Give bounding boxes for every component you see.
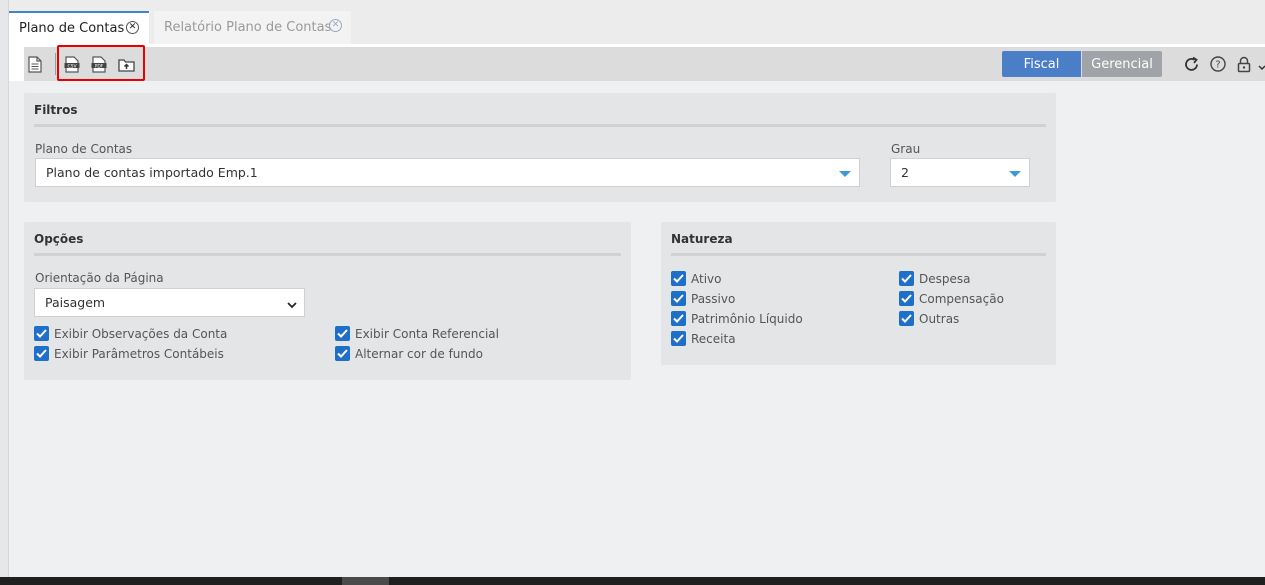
checkbox-label: Patrimônio Líquido (691, 311, 803, 326)
chevron-down-icon (1009, 171, 1021, 177)
checkmark-icon[interactable] (899, 271, 914, 286)
svg-text:?: ? (1215, 60, 1220, 71)
checkbox-label: Ativo (691, 271, 722, 286)
horizontal-scrollbar[interactable] (0, 577, 1265, 585)
orientacao-value: Paisagem (45, 295, 106, 310)
natureza-panel: Natureza Ativo Despesa Passivo Compensaç… (661, 222, 1056, 365)
natureza-receita-checkbox[interactable]: Receita (671, 331, 736, 346)
grau-label: Grau (891, 142, 921, 156)
filtros-panel: Filtros Plano de Contas Plano de contas … (24, 93, 1056, 202)
checkmark-icon[interactable] (335, 326, 350, 341)
natureza-patrimonio-checkbox[interactable]: Patrimônio Líquido (671, 311, 803, 326)
export-icons-highlight (57, 45, 145, 81)
natureza-ativo-checkbox[interactable]: Ativo (671, 271, 721, 286)
gerencial-button[interactable]: Gerencial (1082, 51, 1162, 77)
natureza-compensacao-checkbox[interactable]: Compensação (899, 291, 1004, 306)
tab-plano-de-contas[interactable]: Plano de Contas ✕ (9, 11, 149, 44)
natureza-outras-checkbox[interactable]: Outras (899, 311, 959, 326)
checkmark-icon[interactable] (34, 326, 49, 341)
scrollbar-thumb[interactable] (342, 577, 389, 585)
divider (34, 253, 621, 256)
close-icon[interactable]: ✕ (329, 19, 342, 32)
alternar-cor-checkbox[interactable]: Alternar cor de fundo (335, 346, 483, 361)
checkbox-label: Receita (691, 331, 736, 346)
filtros-title: Filtros (34, 103, 78, 117)
tab-label: Plano de Contas (19, 21, 125, 36)
checkbox-label: Passivo (691, 291, 736, 306)
refresh-icon[interactable] (1183, 56, 1200, 76)
opcoes-panel: Opções Orientação da Página Paisagem Exi… (24, 222, 631, 380)
chevron-down-icon[interactable] (1258, 60, 1265, 74)
opcoes-title: Opções (34, 232, 84, 246)
natureza-despesa-checkbox[interactable]: Despesa (899, 271, 970, 286)
natureza-title: Natureza (671, 232, 733, 246)
checkmark-icon[interactable] (899, 291, 914, 306)
checkmark-icon[interactable] (671, 271, 686, 286)
checkmark-icon[interactable] (34, 346, 49, 361)
orientacao-select[interactable]: Paisagem (34, 288, 305, 317)
lock-icon[interactable] (1237, 56, 1251, 76)
divider (34, 124, 1046, 127)
plano-de-contas-value: Plano de contas importado Emp.1 (46, 165, 258, 180)
checkmark-icon[interactable] (335, 346, 350, 361)
checkmark-icon[interactable] (671, 291, 686, 306)
divider (671, 253, 1046, 256)
exibir-observacoes-checkbox[interactable]: Exibir Observações da Conta (34, 326, 227, 341)
fiscal-button[interactable]: Fiscal (1002, 51, 1081, 77)
checkbox-label: Despesa (919, 271, 971, 286)
orientacao-label: Orientação da Página (35, 271, 164, 285)
checkmark-icon[interactable] (671, 311, 686, 326)
plano-de-contas-select[interactable]: Plano de contas importado Emp.1 (35, 158, 860, 187)
chevron-down-icon (287, 297, 297, 312)
tab-relatorio-plano-de-contas[interactable]: Relatório Plano de Contas ✕ (154, 11, 351, 44)
chevron-down-icon (839, 171, 851, 177)
help-icon[interactable]: ? (1210, 56, 1226, 75)
exibir-conta-referencial-checkbox[interactable]: Exibir Conta Referencial (335, 326, 499, 341)
checkbox-label: Exibir Conta Referencial (355, 326, 499, 341)
checkbox-label: Compensação (919, 291, 1004, 306)
toolbar-separator (55, 53, 56, 75)
natureza-passivo-checkbox[interactable]: Passivo (671, 291, 735, 306)
left-strip (0, 0, 9, 577)
checkmark-icon[interactable] (899, 311, 914, 326)
document-icon[interactable] (28, 56, 42, 76)
exibir-parametros-checkbox[interactable]: Exibir Parâmetros Contábeis (34, 346, 224, 361)
checkmark-icon[interactable] (671, 331, 686, 346)
checkbox-label: Outras (919, 311, 960, 326)
checkbox-label: Exibir Observações da Conta (54, 326, 228, 341)
plano-de-contas-label: Plano de Contas (35, 142, 133, 156)
main-content: Filtros Plano de Contas Plano de contas … (9, 81, 1265, 577)
checkbox-label: Exibir Parâmetros Contábeis (54, 346, 224, 361)
grau-select[interactable]: 2 (890, 158, 1030, 187)
grau-value: 2 (901, 165, 909, 180)
checkbox-label: Alternar cor de fundo (355, 346, 483, 361)
close-icon[interactable]: ✕ (126, 21, 139, 34)
tab-label: Relatório Plano de Contas (164, 20, 332, 35)
